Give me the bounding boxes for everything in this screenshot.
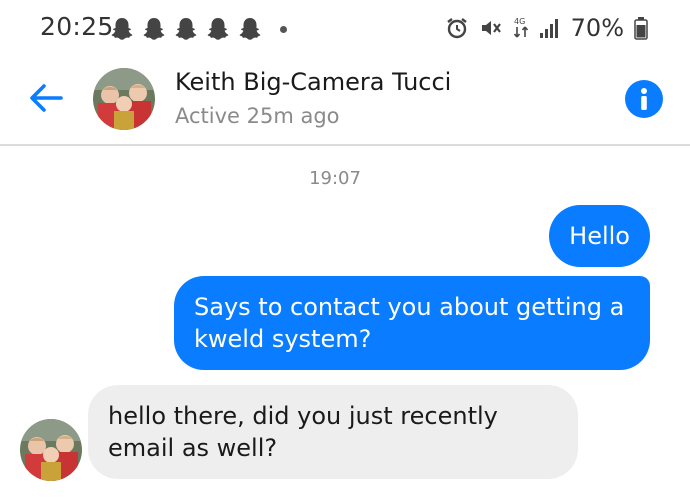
notification-icons bbox=[110, 16, 287, 42]
info-icon bbox=[641, 88, 647, 110]
battery-icon bbox=[634, 17, 648, 40]
contact-name[interactable]: Keith Big-Camera Tucci bbox=[175, 68, 451, 96]
alarm-icon bbox=[446, 18, 467, 39]
data-transfer-icon: 4G bbox=[513, 17, 528, 38]
outgoing-message[interactable]: Hello bbox=[549, 205, 650, 267]
incoming-message[interactable]: hello there, did you just recently email… bbox=[88, 385, 578, 479]
message-timestamp: 19:07 bbox=[309, 168, 361, 189]
mute-icon bbox=[481, 21, 501, 35]
outgoing-message[interactable]: Says to contact you about getting a kwel… bbox=[174, 276, 650, 370]
snapchat-icon bbox=[143, 18, 165, 40]
snapchat-icon bbox=[239, 18, 261, 40]
battery-percentage: 70% bbox=[570, 14, 624, 42]
snapchat-icon bbox=[207, 18, 229, 40]
svg-text:4G: 4G bbox=[514, 17, 525, 26]
contact-active-status: Active 25m ago bbox=[175, 104, 340, 128]
info-button[interactable] bbox=[625, 80, 663, 118]
back-button[interactable] bbox=[22, 76, 70, 120]
conversation-header: Keith Big-Camera Tucci Active 25m ago bbox=[0, 56, 690, 146]
more-dot-icon bbox=[280, 25, 287, 33]
snapchat-icon bbox=[175, 18, 197, 40]
status-bar: 20:25 4G 70% bbox=[0, 0, 690, 56]
sender-avatar[interactable] bbox=[20, 419, 82, 481]
arrow-left-icon bbox=[30, 84, 63, 112]
snapchat-icon bbox=[111, 18, 133, 40]
contact-avatar[interactable] bbox=[93, 68, 155, 130]
signal-icon bbox=[539, 19, 558, 38]
system-icons: 4G 70% bbox=[445, 14, 648, 42]
status-time: 20:25 bbox=[40, 12, 114, 41]
